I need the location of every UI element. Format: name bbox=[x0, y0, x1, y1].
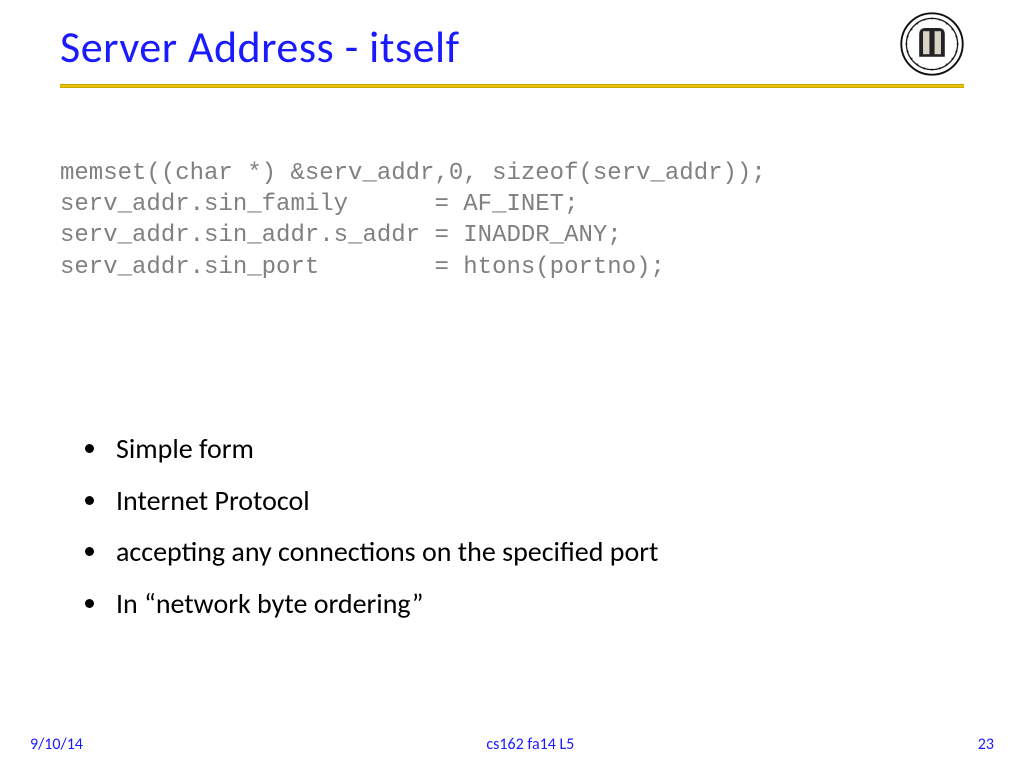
title-underline bbox=[60, 84, 964, 88]
list-item: Simple form bbox=[110, 423, 964, 475]
list-item: In “network byte ordering” bbox=[110, 578, 964, 630]
university-seal-icon bbox=[900, 12, 964, 76]
slide: Server Address - itself me bbox=[0, 0, 1024, 768]
code-line: serv_addr.sin_addr.s_addr = INADDR_ANY; bbox=[60, 222, 622, 249]
footer: 9/10/14 cs162 fa14 L5 23 bbox=[0, 735, 1024, 754]
bullet-list: Simple form Internet Protocol accepting … bbox=[60, 423, 964, 630]
code-line: serv_addr.sin_family = AF_INET; bbox=[60, 191, 578, 218]
code-block: memset((char *) &serv_addr,0, sizeof(ser… bbox=[60, 158, 964, 283]
code-line: memset((char *) &serv_addr,0, sizeof(ser… bbox=[60, 160, 766, 187]
footer-date: 9/10/14 bbox=[30, 735, 83, 754]
page-title: Server Address - itself bbox=[60, 20, 460, 74]
list-item: accepting any connections on the specifi… bbox=[110, 526, 964, 578]
footer-course: cs162 fa14 L5 bbox=[486, 735, 574, 754]
footer-page: 23 bbox=[978, 735, 994, 754]
code-line: serv_addr.sin_port = htons(portno); bbox=[60, 254, 665, 281]
list-item: Internet Protocol bbox=[110, 475, 964, 527]
header-row: Server Address - itself bbox=[60, 20, 964, 76]
